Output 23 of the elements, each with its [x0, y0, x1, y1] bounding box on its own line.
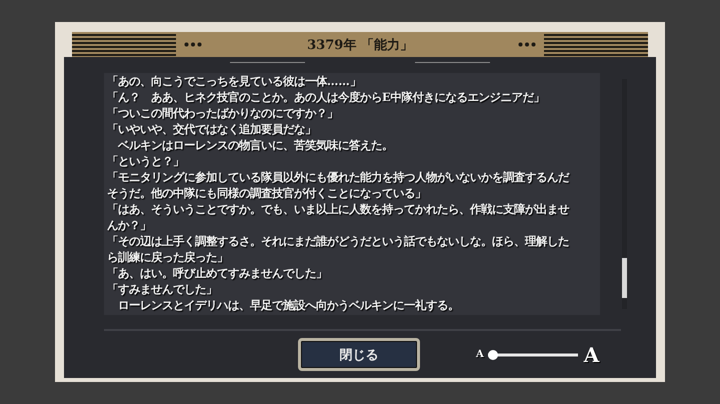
dialogue-line: ローレンスとイデリハは、早足で施設へ向かうベルキンに一礼する。 — [117, 297, 460, 313]
dialogue-line: ら訓練に戻った戻った」 — [107, 249, 229, 265]
dialogue-line: ベルキンはローレンスの物言いに、苦笑気味に答えた。 — [116, 137, 394, 153]
dialogue-line: 「あ、はい。呼び止めてすみませんでした」 — [107, 265, 328, 281]
dialog-title: 3379年 「能力」 — [306, 36, 414, 54]
dialogue-line: 「ついこの間代わったばかりなのにですか？」 — [107, 105, 339, 121]
dialogue-line: 「その辺は上手く調整するさ。それにまだ誰がどうだという話でもないしな。ほら、理解した — [107, 233, 570, 249]
close-button[interactable]: 閉じる — [298, 338, 420, 371]
dialogue-line: 「あの、向こうでこっちを見ている彼は一体……」 — [107, 73, 362, 89]
dialogue-line: 「いやいや、交代ではなく追加要員だな」 — [107, 121, 317, 137]
dots-icon — [184, 42, 202, 47]
dialogue-line: んか？」 — [107, 217, 152, 233]
dialogue-line: 「というと？」 — [107, 153, 185, 169]
dialogue-line: 「モニタリングに参加している隊員以外にも優れた能力を持つ人物がいないかを調査するんだ — [107, 169, 570, 185]
dialogue-line: そうだ。他の中隊にも同様の調査技官が付くことになっている」 — [107, 185, 427, 201]
large-text-label: A — [584, 342, 600, 366]
dialogue-line: 「すみませんでした」 — [107, 281, 218, 297]
dialogue-line: 「はあ、そういうことですか。でも、いま以上に人数を持ってかれたら、作戦に支障が出ませ — [107, 201, 570, 217]
small-text-label: A — [476, 349, 484, 360]
dots-icon — [518, 42, 536, 47]
dialogue-line: 「ん？ ああ、ヒネク技官のことか。あの人は今度からE中隊付きになるエンジニアだ」 — [107, 89, 546, 105]
scrollbar[interactable] — [622, 79, 627, 309]
slider-thumb[interactable] — [488, 350, 498, 360]
